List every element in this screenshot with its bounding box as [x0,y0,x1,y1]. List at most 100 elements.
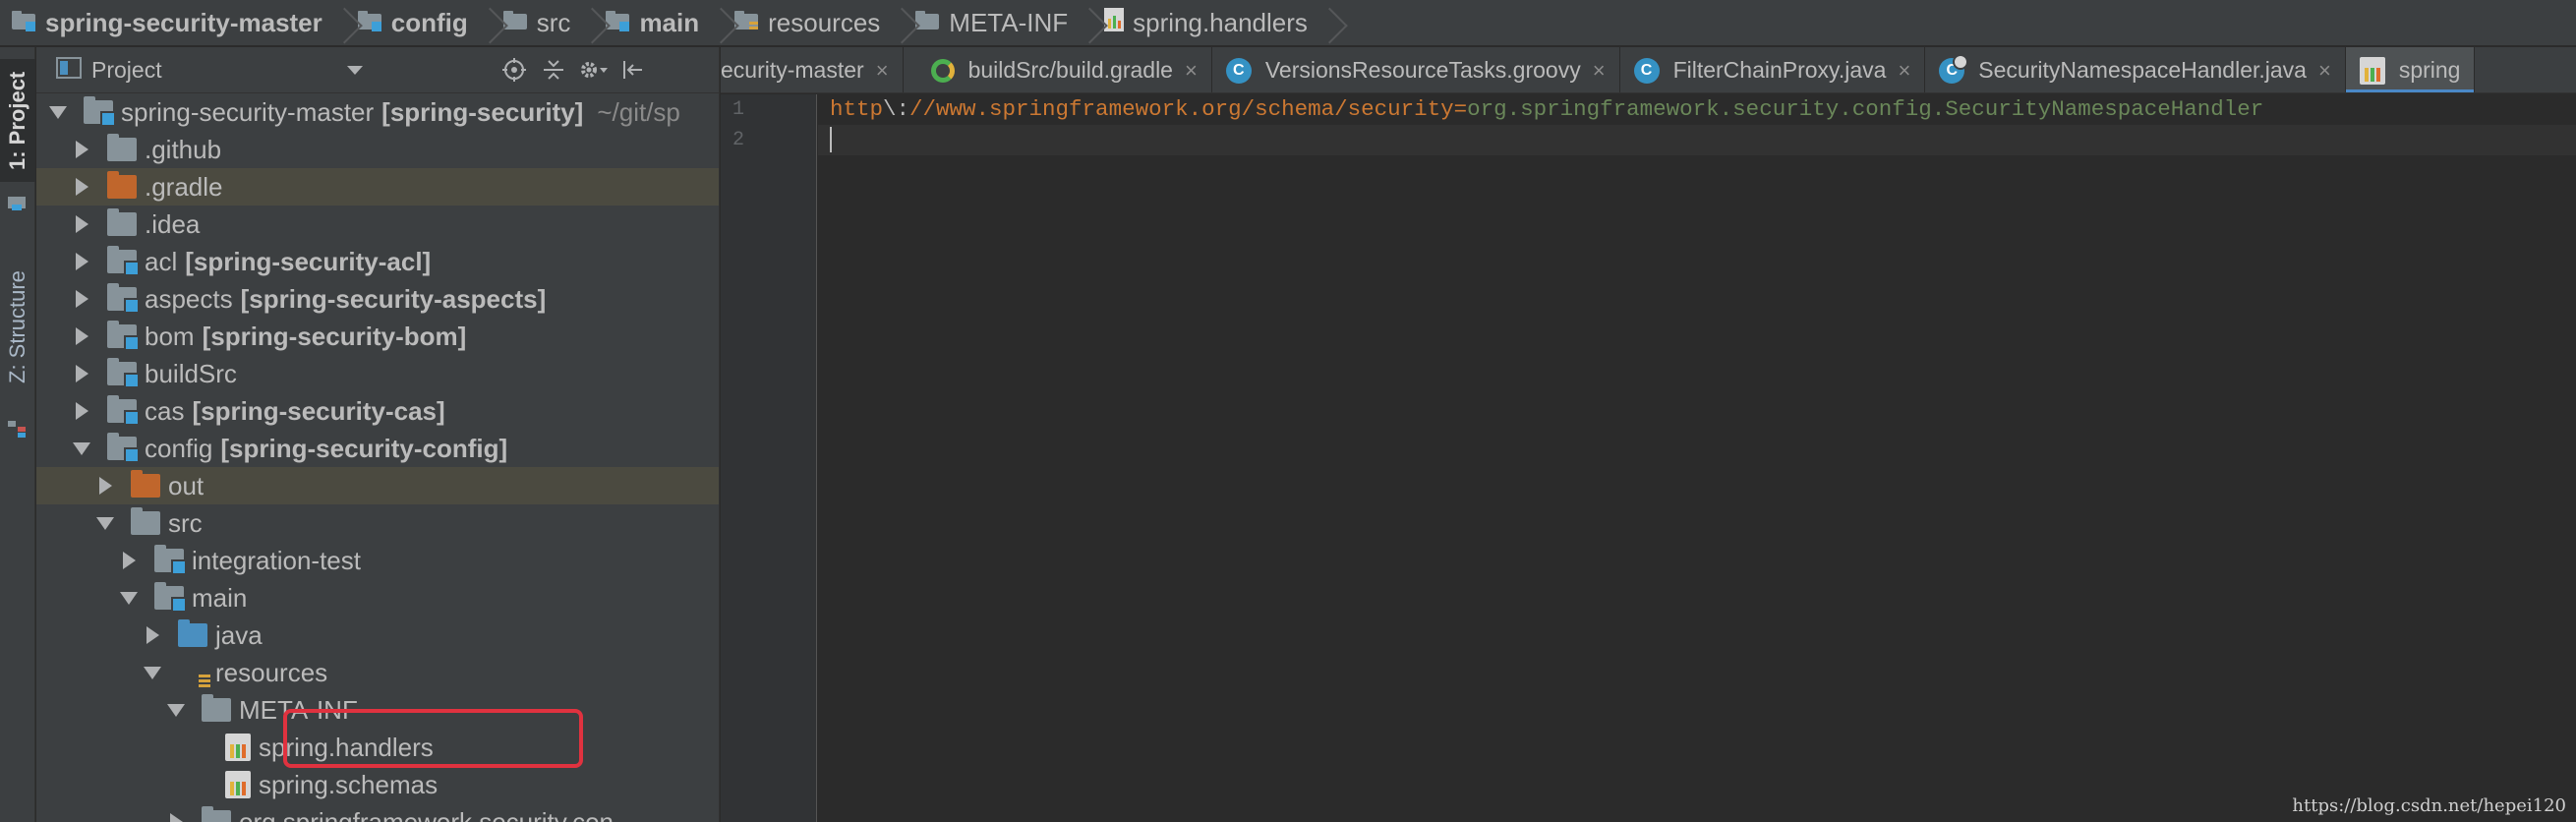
line-number: 2 [732,129,745,151]
project-panel-title[interactable]: Project [91,57,347,84]
tree-node[interactable]: .gradle [36,168,719,206]
watermark: https://blog.csdn.net/hepei120 [2292,795,2566,816]
project-tree: spring-security-master [spring-security] ~… [36,93,719,822]
tree-node[interactable]: org.springframework.security.con [36,803,719,822]
project-tool-tab[interactable]: 1: Project [0,59,35,182]
module-folder-icon [154,545,187,575]
tree-node[interactable]: spring.schemas [36,766,719,803]
code-line-1[interactable]: http\://www.springframework.org/schema/s… [818,94,2576,125]
code-line-2[interactable] [818,125,2576,155]
collapsed-arrow-icon[interactable] [164,813,188,822]
breadcrumb-item[interactable]: resources [734,0,888,46]
breadcrumb-label: META-INF [949,7,1069,37]
breadcrumb-item[interactable]: main [606,0,707,46]
module-folder-icon [154,582,187,613]
collapsed-arrow-icon[interactable] [70,178,93,196]
close-tab-icon[interactable]: × [1185,58,1198,84]
expanded-arrow-icon[interactable] [141,667,164,679]
code-editor[interactable]: http\://www.springframework.org/schema/s… [818,94,2576,822]
module-name-label: [spring-security-acl] [185,246,432,276]
collapsed-arrow-icon[interactable] [70,290,93,308]
view-mode-dropdown-icon[interactable] [347,65,363,75]
breadcrumb-item[interactable]: spring.handlers [1103,0,1316,46]
breadcrumb-item[interactable]: config [357,0,476,46]
tree-node[interactable]: main [36,579,719,616]
tree-node-label: cas [145,395,185,426]
collapsed-arrow-icon[interactable] [70,402,93,420]
tree-node[interactable]: integration-test [36,542,719,579]
structure-tool-tab[interactable]: Z: Structure [0,244,35,411]
tree-node[interactable]: spring.handlers [36,729,719,766]
hide-panel-icon[interactable] [616,54,648,86]
expanded-arrow-icon[interactable] [93,517,117,530]
breadcrumb-item[interactable]: src [502,0,579,46]
folder-icon [502,8,529,38]
close-tab-icon[interactable]: × [876,58,889,84]
expanded-arrow-icon[interactable] [46,106,70,119]
tree-node[interactable]: cas [spring-security-cas] [36,392,719,430]
breadcrumb-item[interactable]: META-INF [915,0,1076,46]
class-file-icon: C [1633,57,1660,84]
tree-node[interactable]: src [36,504,719,542]
collapsed-arrow-icon[interactable] [70,365,93,382]
tree-node-label: .gradle [145,171,223,202]
editor-tab[interactable]: ecurity-master × [721,47,904,92]
breadcrumb-separator [1316,0,1333,46]
settings-gear-icon[interactable] [577,54,609,86]
tree-node[interactable]: config [spring-security-config] [36,430,719,467]
tree-node-label: aspects [145,283,233,314]
editor-tab[interactable]: spring [2345,47,2476,92]
collapsed-arrow-icon[interactable] [70,141,93,158]
editor-tab-label: FilterChainProxy.java [1672,57,1887,83]
tree-node[interactable]: out [36,467,719,504]
tree-node-label: .github [145,134,222,164]
tree-node[interactable]: java [36,616,719,654]
tree-node-label: spring-security-master [121,96,375,127]
tree-node[interactable]: acl [spring-security-acl] [36,243,719,280]
path-hint: ~/git/sp [597,96,680,127]
tree-node-label: src [168,507,203,538]
expanded-arrow-icon[interactable] [70,442,93,455]
close-tab-icon[interactable]: × [1898,58,1910,84]
properties-file-icon [225,734,251,761]
tree-node-label: spring.handlers [259,732,434,762]
collapsed-arrow-icon[interactable] [117,552,141,569]
tool-window-strip: 1: Project Z: Structure [0,47,35,822]
editor-tab[interactable]: C FilterChainProxy.java × [1620,47,1926,92]
tree-node[interactable]: META-INF [36,691,719,729]
close-tab-icon[interactable]: × [1593,58,1606,84]
editor-gutter: 1 2 [721,94,817,822]
tree-node[interactable]: .github [36,131,719,168]
tree-node-label: config [145,433,213,463]
collapsed-arrow-icon[interactable] [70,253,93,270]
tree-node[interactable]: buildSrc [36,355,719,392]
excluded-folder-icon [107,171,137,199]
resources-folder-icon [178,661,210,688]
editor-tab[interactable]: buildSrc/build.gradle × [904,47,1212,92]
collapsed-arrow-icon[interactable] [93,477,117,495]
editor-tab-bar: ecurity-master × buildSrc/build.gradle × C Ve… [721,47,2576,93]
editor-tab[interactable]: C SecurityNamespaceHandler.java × [1925,47,2346,92]
tree-node[interactable]: resources [36,654,719,691]
breadcrumb-label: resources [768,7,881,37]
collapse-all-icon[interactable] [538,54,569,86]
collapsed-arrow-icon[interactable] [70,215,93,233]
expanded-arrow-icon[interactable] [164,704,188,717]
close-tab-icon[interactable]: × [2318,58,2331,84]
text-caret [830,127,832,153]
escaped-colon: \: [883,96,910,122]
project-panel-header: Project [36,47,719,93]
breadcrumb-item[interactable]: spring-security-master [12,0,330,46]
collapsed-arrow-icon[interactable] [70,327,93,345]
tree-node[interactable]: spring-security-master [spring-security] ~… [36,93,719,131]
tree-node[interactable]: aspects [spring-security-aspects] [36,280,719,318]
module-name-label: [spring-security-aspects] [240,283,547,314]
folder-icon [202,694,231,722]
expanded-arrow-icon[interactable] [117,592,141,605]
tree-node[interactable]: .idea [36,206,719,243]
editor-tab[interactable]: C VersionsResourceTasks.groovy × [1212,47,1620,92]
tree-node-label: org.springframework.security.con [239,806,614,822]
scroll-from-source-icon[interactable] [498,54,530,86]
tree-node[interactable]: bom [spring-security-bom] [36,318,719,355]
collapsed-arrow-icon[interactable] [141,626,164,644]
